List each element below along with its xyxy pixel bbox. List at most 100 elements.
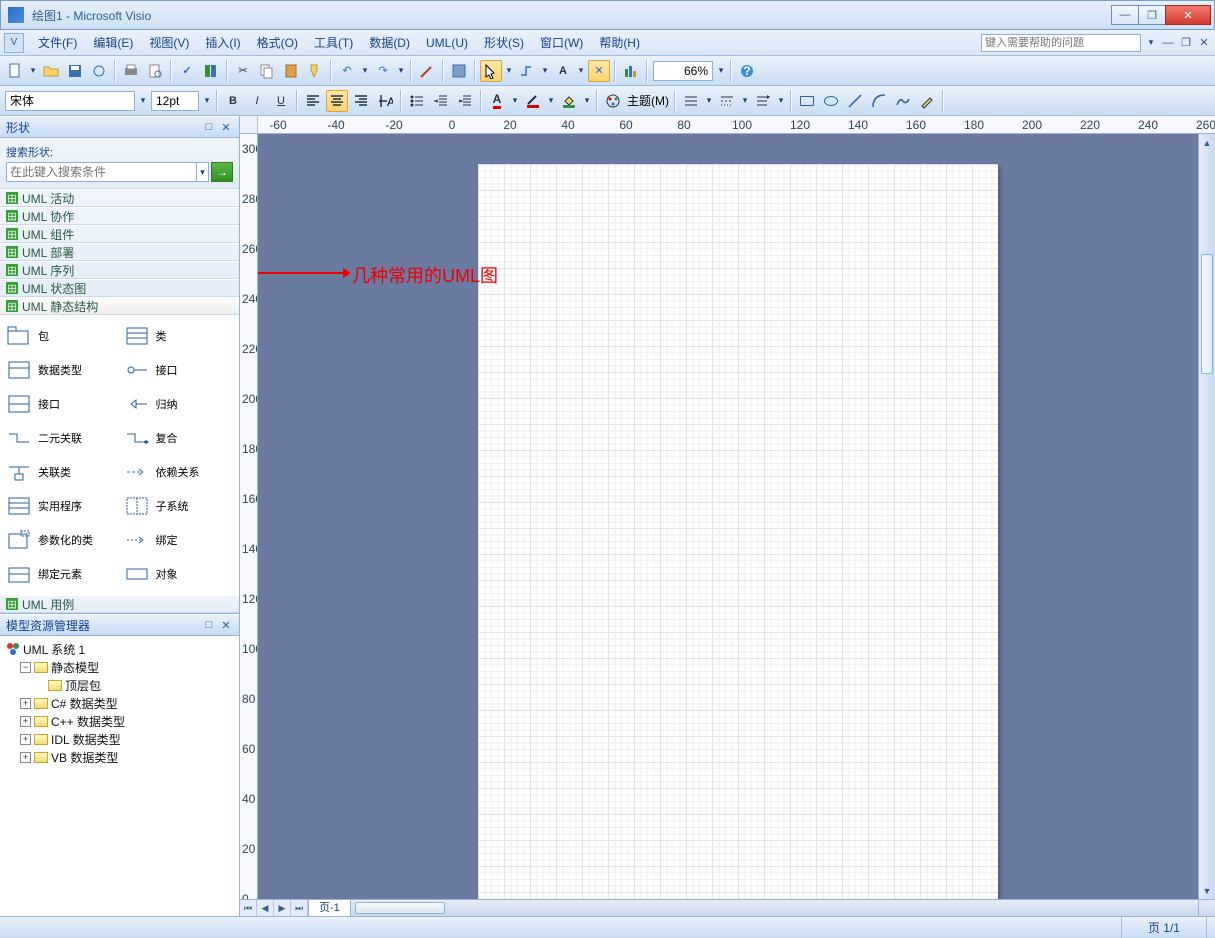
stencil-uml-usecase[interactable]: 田UML 用例 — [0, 595, 239, 613]
shape-utility[interactable]: 实用程序 — [2, 489, 120, 523]
expand-toggle[interactable]: + — [20, 698, 31, 709]
stencil-uml-collaboration[interactable]: 田UML 协作 — [0, 207, 239, 225]
underline-button[interactable]: U — [270, 90, 292, 112]
bold-button[interactable]: B — [222, 90, 244, 112]
scroll-up-button[interactable]: ▲ — [1199, 134, 1215, 151]
publish-button[interactable] — [88, 60, 110, 82]
next-page-button[interactable]: ▶ — [274, 900, 291, 917]
minimize-button[interactable]: — — [1111, 5, 1139, 25]
mdi-restore[interactable]: ❐ — [1179, 36, 1193, 50]
help-search-input[interactable] — [981, 34, 1141, 52]
expand-toggle[interactable]: + — [20, 752, 31, 763]
scroll-down-button[interactable]: ▼ — [1199, 882, 1215, 899]
line-color-button[interactable] — [522, 90, 544, 112]
text-tool-dropdown[interactable]: ▾ — [575, 65, 587, 76]
line-weight-button[interactable] — [680, 90, 702, 112]
menu-shape[interactable]: 形状(S) — [476, 31, 532, 54]
cut-button[interactable]: ✂ — [232, 60, 254, 82]
pencil-tool-button[interactable] — [916, 90, 938, 112]
tree-csharp-datatypes[interactable]: +C# 数据类型 — [20, 694, 233, 712]
redo-dropdown[interactable]: ▾ — [395, 65, 407, 76]
freeform-tool-button[interactable] — [892, 90, 914, 112]
open-button[interactable] — [40, 60, 62, 82]
shape-association-class[interactable]: 关联类 — [2, 455, 120, 489]
shape-class[interactable]: 类 — [120, 319, 238, 353]
increase-indent-button[interactable] — [454, 90, 476, 112]
zoom-input[interactable] — [653, 61, 713, 81]
menu-file[interactable]: 文件(F) — [30, 31, 85, 54]
shape-composition[interactable]: 复合 — [120, 421, 238, 455]
restore-button[interactable]: ❐ — [1138, 5, 1166, 25]
first-page-button[interactable]: ⏮ — [240, 900, 257, 917]
stencil-uml-component[interactable]: 田UML 组件 — [0, 225, 239, 243]
new-dropdown[interactable]: ▾ — [27, 65, 39, 76]
vertical-scrollbar[interactable]: ▲ ▼ — [1198, 134, 1215, 899]
copy-button[interactable] — [256, 60, 278, 82]
fill-color-button[interactable] — [558, 90, 580, 112]
shape-search-go-button[interactable]: → — [211, 162, 233, 182]
ellipse-tool-button[interactable] — [820, 90, 842, 112]
shape-dependency[interactable]: 依赖关系 — [120, 455, 238, 489]
new-button[interactable] — [4, 60, 26, 82]
shape-binary-association[interactable]: 二元关联 — [2, 421, 120, 455]
menu-edit[interactable]: 编辑(E) — [85, 31, 141, 54]
line-color-dropdown[interactable]: ▾ — [545, 95, 557, 106]
shape-generalization[interactable]: 归纳 — [120, 387, 238, 421]
shape-subsystem[interactable]: 子系统 — [120, 489, 238, 523]
save-button[interactable] — [64, 60, 86, 82]
help-button[interactable]: ? — [736, 60, 758, 82]
shape-bound-element[interactable]: 绑定元素 — [2, 557, 120, 591]
drawing-canvas[interactable]: 几种常用的UML图 — [258, 134, 1198, 899]
redo-button[interactable]: ↷ — [372, 60, 394, 82]
shape-package[interactable]: 包 — [2, 319, 120, 353]
hscroll-thumb[interactable] — [355, 902, 445, 914]
shapes-panel-close[interactable]: ✕ — [219, 120, 233, 134]
theme-button[interactable] — [602, 90, 624, 112]
shapes-window-button[interactable] — [448, 60, 470, 82]
spellcheck-button[interactable]: ✓ — [176, 60, 198, 82]
italic-button[interactable]: I — [246, 90, 268, 112]
page-tab-1[interactable]: 页-1 — [308, 900, 351, 917]
menu-help[interactable]: 帮助(H) — [591, 31, 648, 54]
ink-button[interactable] — [416, 60, 438, 82]
shapes-panel-maximize[interactable]: □ — [202, 120, 216, 134]
format-painter-button[interactable] — [304, 60, 326, 82]
font-size-input[interactable] — [151, 91, 199, 111]
shape-object[interactable]: 对象 — [120, 557, 238, 591]
font-color-button[interactable]: A — [486, 90, 508, 112]
line-tool-button[interactable] — [844, 90, 866, 112]
zoom-dropdown[interactable]: ▾ — [715, 65, 727, 76]
menu-tools[interactable]: 工具(T) — [306, 31, 361, 54]
menu-view[interactable]: 视图(V) — [141, 31, 197, 54]
close-button[interactable]: ✕ — [1165, 5, 1211, 25]
tree-top-package[interactable]: 顶层包 — [34, 676, 233, 694]
paste-button[interactable] — [280, 60, 302, 82]
fill-color-dropdown[interactable]: ▾ — [581, 95, 593, 106]
font-color-dropdown[interactable]: ▾ — [509, 95, 521, 106]
shape-search-dropdown[interactable]: ▾ — [197, 162, 209, 182]
shape-datatype[interactable]: 数据类型 — [2, 353, 120, 387]
align-center-button[interactable] — [326, 90, 348, 112]
print-button[interactable] — [120, 60, 142, 82]
last-page-button[interactable]: ⏭ — [291, 900, 308, 917]
pointer-tool-button[interactable] — [480, 60, 502, 82]
tree-idl-datatypes[interactable]: +IDL 数据类型 — [20, 730, 233, 748]
menu-insert[interactable]: 插入(I) — [197, 31, 248, 54]
font-input[interactable] — [5, 91, 135, 111]
research-button[interactable] — [200, 60, 222, 82]
arc-tool-button[interactable] — [868, 90, 890, 112]
shape-interface-lollipop[interactable]: 接口 — [120, 353, 238, 387]
print-preview-button[interactable] — [144, 60, 166, 82]
bullets-button[interactable] — [406, 90, 428, 112]
align-right-button[interactable] — [350, 90, 372, 112]
shape-binding[interactable]: 绑定 — [120, 523, 238, 557]
font-size-dropdown[interactable]: ▾ — [201, 95, 213, 106]
shape-parameterized-class[interactable]: 参数化的类 — [2, 523, 120, 557]
align-vertical-button[interactable]: A — [374, 90, 396, 112]
text-tool-button[interactable]: A — [552, 60, 574, 82]
stencil-uml-deployment[interactable]: 田UML 部署 — [0, 243, 239, 261]
model-panel-close[interactable]: ✕ — [219, 618, 233, 632]
shape-search-input[interactable] — [6, 162, 197, 182]
collapse-toggle[interactable]: − — [20, 662, 31, 673]
help-search-dropdown[interactable]: ▾ — [1145, 37, 1157, 48]
